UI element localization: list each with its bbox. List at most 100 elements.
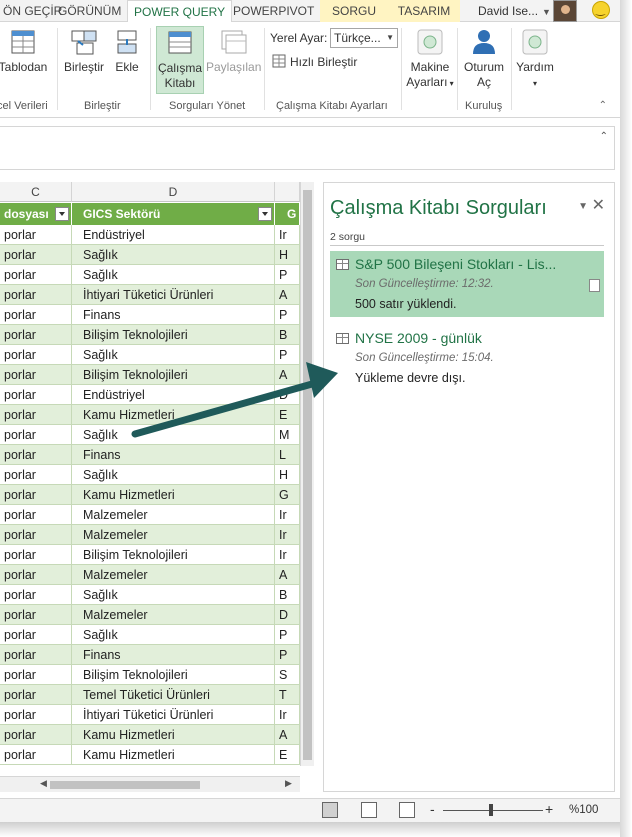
table-cell[interactable]: porlar	[0, 565, 72, 585]
table-cell[interactable]: porlar	[0, 265, 72, 285]
table-cell[interactable]: porlar	[0, 305, 72, 325]
query-item[interactable]: S&P 500 Bileşeni Stokları - Lis... Son G…	[330, 251, 604, 317]
table-cell[interactable]: porlar	[0, 625, 72, 645]
table-cell[interactable]: B	[275, 325, 300, 345]
table-cell[interactable]: Bilişim Teknolojileri	[72, 325, 275, 345]
formula-bar[interactable]: ⌃	[0, 126, 615, 170]
fast-combine-button[interactable]: Hızlı Birleştir	[272, 54, 357, 69]
chevron-up-icon[interactable]: ⌃	[600, 131, 608, 142]
worksheet-grid[interactable]: C D dosyası GICS Sektörü G porlar Endüstr…	[0, 182, 300, 766]
table-cell[interactable]: porlar	[0, 745, 72, 765]
machine-settings-button[interactable]: Makine Ayarları ▾	[404, 28, 456, 91]
table-cell[interactable]: porlar	[0, 285, 72, 305]
table-cell[interactable]: porlar	[0, 345, 72, 365]
column-header-c[interactable]: C	[0, 182, 72, 202]
table-cell[interactable]: Bilişim Teknolojileri	[72, 545, 275, 565]
scroll-right-icon[interactable]: ▶	[285, 778, 292, 789]
table-cell[interactable]: M	[275, 425, 300, 445]
table-cell[interactable]: Finans	[72, 305, 275, 325]
table-cell[interactable]: A	[275, 365, 300, 385]
table-cell[interactable]: H	[275, 465, 300, 485]
table-cell[interactable]: S	[275, 665, 300, 685]
table-cell[interactable]: Sağlık	[72, 465, 275, 485]
table-cell[interactable]: porlar	[0, 405, 72, 425]
table-cell[interactable]: porlar	[0, 465, 72, 485]
table-cell[interactable]: A	[275, 725, 300, 745]
table-cell[interactable]: Malzemeler	[72, 525, 275, 545]
table-cell[interactable]: Ir	[275, 705, 300, 725]
table-cell[interactable]: Ir	[275, 525, 300, 545]
table-cell[interactable]: porlar	[0, 325, 72, 345]
user-account[interactable]: David Ise... ▼	[478, 0, 551, 22]
table-cell[interactable]: Endüstriyel	[72, 225, 275, 245]
shared-queries-button[interactable]: Paylaşılan	[206, 28, 261, 75]
table-cell[interactable]: E	[275, 745, 300, 765]
query-item[interactable]: NYSE 2009 - günlük Son Güncelleştirme: 1…	[330, 325, 604, 391]
table-cell[interactable]: porlar	[0, 685, 72, 705]
table-cell[interactable]: porlar	[0, 445, 72, 465]
zoom-slider-thumb[interactable]	[489, 804, 493, 816]
zoom-slider[interactable]	[443, 810, 543, 811]
table-cell[interactable]: Kamu Hizmetleri	[72, 725, 275, 745]
table-cell[interactable]: P	[275, 265, 300, 285]
table-cell[interactable]: Bilişim Teknolojileri	[72, 365, 275, 385]
table-cell[interactable]: porlar	[0, 225, 72, 245]
horizontal-scrollbar[interactable]: ◀ ▶	[0, 776, 300, 792]
help-button[interactable]: Yardım ▾	[514, 28, 556, 91]
table-cell[interactable]: D	[275, 385, 300, 405]
table-cell[interactable]: L	[275, 445, 300, 465]
table-cell[interactable]: Ir	[275, 545, 300, 565]
append-button[interactable]: Ekle	[110, 28, 144, 75]
from-table-button[interactable]: Tablodan	[0, 28, 48, 75]
scroll-left-icon[interactable]: ◀	[40, 778, 47, 789]
table-cell[interactable]: Sağlık	[72, 625, 275, 645]
pane-options-icon[interactable]: ▼	[578, 201, 588, 212]
scrollbar-thumb[interactable]	[303, 190, 312, 760]
table-cell[interactable]: A	[275, 565, 300, 585]
table-cell[interactable]: porlar	[0, 365, 72, 385]
table-cell[interactable]: Kamu Hizmetleri	[72, 485, 275, 505]
table-cell[interactable]: Malzemeler	[72, 605, 275, 625]
table-header-cell[interactable]: GICS Sektörü	[79, 203, 275, 225]
vertical-scrollbar[interactable]	[300, 182, 314, 766]
filter-dropdown-icon[interactable]	[55, 207, 69, 221]
table-cell[interactable]: T	[275, 685, 300, 705]
column-header-d[interactable]: D	[72, 182, 275, 202]
table-cell[interactable]: Kamu Hizmetleri	[72, 745, 275, 765]
merge-button[interactable]: Birleştir	[62, 28, 106, 75]
column-header-e[interactable]	[275, 182, 300, 202]
tab-tasarim[interactable]: TASARIM	[388, 0, 460, 22]
sign-in-button[interactable]: Oturum Aç	[460, 28, 508, 90]
table-cell[interactable]: İhtiyari Tüketici Ürünleri	[72, 705, 275, 725]
table-cell[interactable]: Finans	[72, 645, 275, 665]
table-cell[interactable]: porlar	[0, 605, 72, 625]
table-cell[interactable]: Bilişim Teknolojileri	[72, 665, 275, 685]
table-cell[interactable]: Malzemeler	[72, 505, 275, 525]
table-cell[interactable]: Sağlık	[72, 265, 275, 285]
table-header-cell[interactable]: G	[283, 203, 300, 225]
table-cell[interactable]: porlar	[0, 485, 72, 505]
table-cell[interactable]: A	[275, 285, 300, 305]
table-cell[interactable]: Sağlık	[72, 345, 275, 365]
table-cell[interactable]: porlar	[0, 585, 72, 605]
zoom-out-button[interactable]: -	[430, 801, 435, 817]
table-cell[interactable]: P	[275, 625, 300, 645]
table-cell[interactable]: E	[275, 405, 300, 425]
tab-power-query[interactable]: POWER QUERY	[127, 0, 233, 23]
table-cell[interactable]: porlar	[0, 425, 72, 445]
table-cell[interactable]: Sağlık	[72, 425, 275, 445]
smiley-feedback-icon[interactable]	[592, 1, 610, 19]
tab-powerpivot[interactable]: POWERPIVOT	[227, 0, 320, 22]
table-cell[interactable]: Temel Tüketici Ürünleri	[72, 685, 275, 705]
table-cell[interactable]: Ir	[275, 225, 300, 245]
table-cell[interactable]: porlar	[0, 705, 72, 725]
table-cell[interactable]: P	[275, 345, 300, 365]
page-break-view-icon[interactable]	[399, 802, 415, 818]
workbook-queries-button[interactable]: Çalışma Kitabı	[156, 26, 204, 94]
scrollbar-thumb[interactable]	[50, 781, 200, 789]
collapse-ribbon-icon[interactable]: ⌃	[599, 100, 607, 111]
table-cell[interactable]: Ir	[275, 505, 300, 525]
table-cell[interactable]: porlar	[0, 645, 72, 665]
table-cell[interactable]: H	[275, 245, 300, 265]
zoom-level[interactable]: %100	[569, 804, 598, 816]
